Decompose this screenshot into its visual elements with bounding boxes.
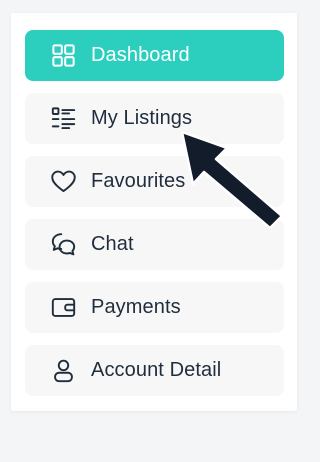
sidebar-item-dashboard[interactable]: Dashboard [25, 30, 284, 81]
sidebar-item-label: My Listings [91, 107, 193, 129]
list-icon [50, 105, 77, 132]
heart-icon [50, 168, 77, 195]
sidebar-item-favourites[interactable]: Favourites [25, 156, 284, 207]
sidebar-item-label: Chat [91, 233, 134, 255]
sidebar-item-account-detail[interactable]: Account Detail [25, 345, 284, 396]
user-icon [50, 357, 77, 384]
page: Dashboard My Listings Favourites Chat Pa… [0, 0, 308, 462]
sidebar-item-chat[interactable]: Chat [25, 219, 284, 270]
wallet-icon [50, 294, 77, 321]
sidebar-item-label: Account Detail [91, 359, 222, 381]
sidebar-menu: Dashboard My Listings Favourites Chat Pa… [11, 13, 297, 411]
sidebar-item-label: Dashboard [91, 44, 190, 66]
sidebar-item-payments[interactable]: Payments [25, 282, 284, 333]
chat-bubbles-icon [50, 231, 77, 258]
sidebar-item-my-listings[interactable]: My Listings [25, 93, 284, 144]
sidebar-item-label: Payments [91, 296, 181, 318]
dashboard-grid-icon [50, 42, 77, 69]
sidebar-item-label: Favourites [91, 170, 186, 192]
